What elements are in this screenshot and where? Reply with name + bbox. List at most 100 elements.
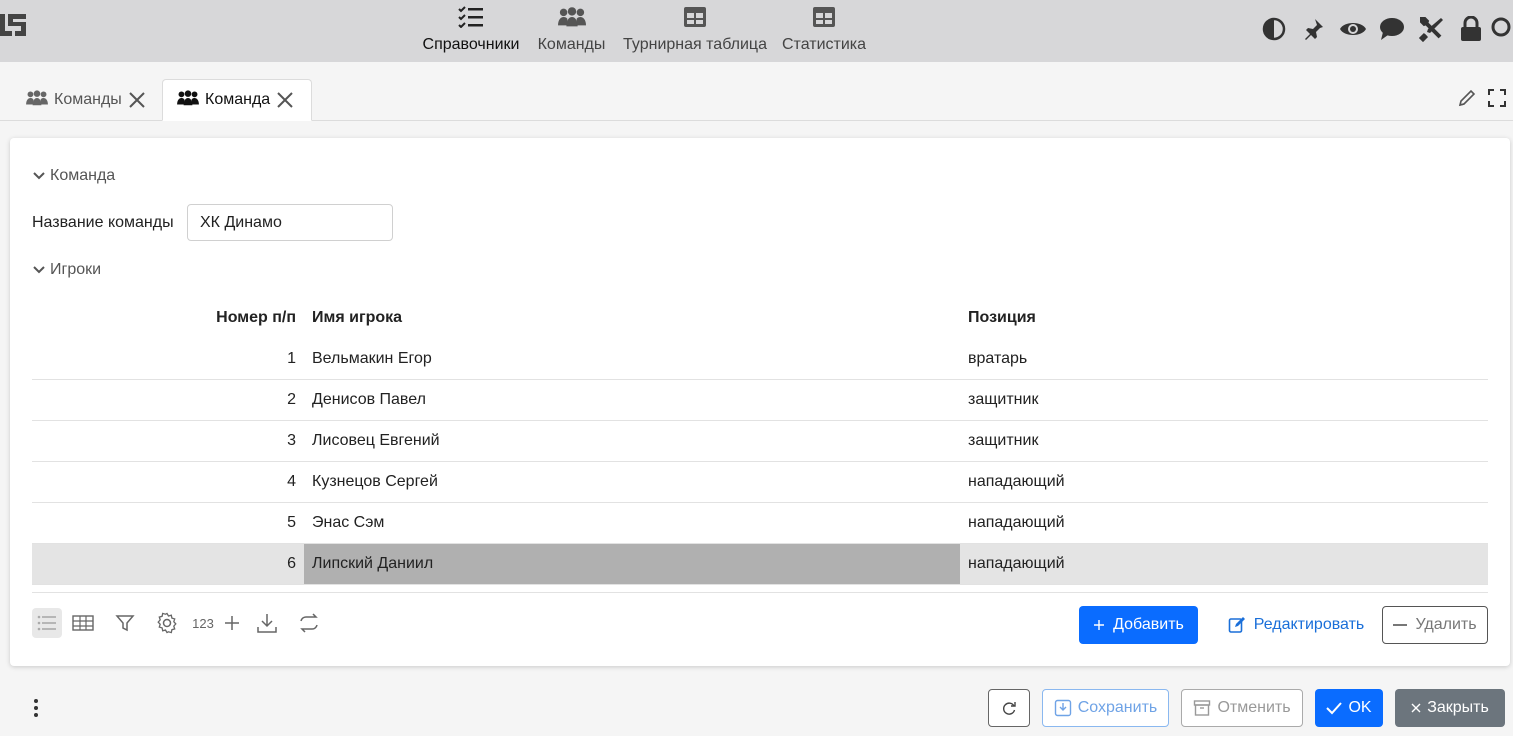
cell-position: защитник [968,391,1039,408]
nav-directories[interactable]: Справочники [421,0,521,62]
nav-standings-label: Турнирная таблица [623,36,767,53]
table-row-selected[interactable]: 6 Липский Даниил нападающий [32,544,1488,585]
ok-button[interactable]: OK [1315,689,1383,727]
cell-position: нападающий [968,473,1065,490]
search-icon[interactable] [1491,12,1513,46]
cell-number: 5 [287,514,296,531]
section-team-toggle[interactable]: Команда [32,167,115,185]
edit-button-label: Редактировать [1253,616,1365,633]
fullscreen-icon[interactable] [1487,88,1507,113]
cell-position: защитник [968,432,1039,449]
plus-icon [1094,620,1105,630]
pencil-icon[interactable] [1457,88,1477,113]
cell-name: Энас Сэм [312,514,385,531]
table-row[interactable]: 5 Энас Сэм нападающий [32,503,1488,544]
save-button-label: Сохранить [1077,699,1158,716]
cell-position: нападающий [968,555,1065,572]
nav-directories-label: Справочники [422,36,520,53]
table-footer-divider [32,585,1488,593]
save-icon [1054,699,1071,717]
edit-button[interactable]: Редактировать [1214,606,1378,644]
cell-name: Вельмакин Егор [312,350,432,367]
table-row[interactable]: 3 Лисовец Евгений защитник [32,421,1488,462]
toolbar-right [1254,12,1513,46]
table-icon [681,4,709,30]
pin-icon[interactable] [1294,12,1334,46]
delete-button[interactable]: Удалить [1382,606,1488,644]
cell-name: Лисовец Евгений [312,432,440,449]
close-button-label: Закрыть [1427,699,1489,716]
close-icon[interactable] [128,91,146,109]
table-row[interactable]: 2 Денисов Павел защитник [32,380,1488,421]
tabs-bar: Команды Команда [0,62,1513,121]
lock-icon[interactable] [1452,12,1492,46]
download-icon[interactable] [246,608,288,638]
save-button[interactable]: Сохранить [1042,689,1169,727]
settings-icon[interactable] [146,608,188,638]
more-icon[interactable] [30,696,42,720]
minus-icon [1393,624,1408,626]
grid-toolbar: 123 [32,608,330,638]
cancel-button[interactable]: Отменить [1181,689,1303,727]
archive-icon [1194,700,1211,716]
app-logo[interactable] [0,10,26,40]
close-button[interactable]: Закрыть [1395,689,1505,727]
nav-teams[interactable]: Команды [536,0,607,62]
close-icon[interactable] [276,91,294,109]
plus-icon[interactable] [218,608,246,638]
users-icon [177,89,199,111]
cell-position: вратарь [968,350,1028,367]
chevron-down-icon [33,172,45,180]
tab-teams-label: Команды [54,91,122,108]
table-row[interactable]: 4 Кузнецов Сергей нападающий [32,462,1488,503]
column-header-number[interactable]: Номер п/п [32,309,304,327]
table-row[interactable]: 1 Вельмакин Егор вратарь [32,339,1488,380]
table-header: Номер п/п Имя игрока Позиция [32,296,1488,339]
nav-standings[interactable]: Турнирная таблица [622,0,768,62]
team-name-field[interactable] [187,204,393,241]
cell-number: 2 [287,391,296,408]
team-name-label: Название команды [32,214,174,231]
cell-name: Кузнецов Сергей [312,473,438,490]
list-view-icon[interactable] [32,608,62,638]
top-bar: Справочники Команды Турнирная таблица Ст… [0,0,1513,62]
cell-name-selected[interactable]: Липский Даниил [304,544,960,584]
check-icon [1326,702,1343,715]
column-header-name[interactable]: Имя игрока [304,309,960,327]
tab-tools [1457,88,1507,113]
nav-statistics-label: Статистика [781,36,867,53]
users-icon [557,4,586,30]
edit-icon [1228,617,1245,633]
grid-view-icon[interactable] [62,608,104,638]
add-button[interactable]: Добавить [1079,606,1198,644]
tab-teams[interactable]: Команды [12,79,160,121]
table-icon [810,4,838,30]
comment-icon[interactable] [1373,12,1413,46]
cell-number: 1 [287,350,296,367]
add-button-label: Добавить [1113,616,1184,633]
refresh-icon[interactable] [288,608,330,638]
column-header-position[interactable]: Позиция [960,309,1488,327]
cell-number: 3 [287,432,296,449]
chevron-down-icon [33,266,45,274]
section-team-label: Команда [50,167,116,184]
nav-teams-label: Команды [537,36,606,53]
contrast-icon[interactable] [1254,12,1294,46]
eye-icon[interactable] [1333,12,1373,46]
filter-icon[interactable] [104,608,146,638]
close-icon [1411,703,1421,713]
cancel-button-label: Отменить [1217,699,1291,716]
refresh-button[interactable] [988,689,1030,727]
tools-icon[interactable] [1412,12,1452,46]
row-count-toggle[interactable]: 123 [188,608,218,638]
tab-team[interactable]: Команда [162,79,312,121]
ok-button-label: OK [1348,699,1372,716]
delete-button-label: Удалить [1415,616,1477,633]
form-card: Команда Название команды Игроки Номер п/… [10,138,1510,666]
cell-number: 4 [287,473,296,490]
refresh-icon [1003,702,1016,715]
nav-statistics[interactable]: Статистика [781,0,867,62]
section-players-label: Игроки [50,261,102,278]
cell-position: нападающий [968,514,1065,531]
section-players-toggle[interactable]: Игроки [32,261,101,279]
